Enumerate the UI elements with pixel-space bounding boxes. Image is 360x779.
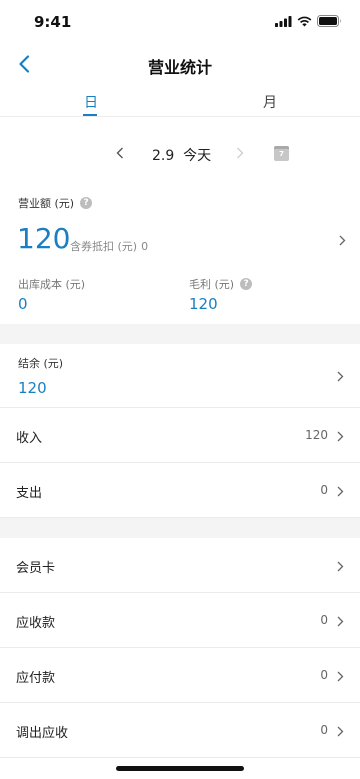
row-label: 应收款 bbox=[16, 616, 56, 631]
chevron-right-icon bbox=[334, 723, 346, 739]
status-icons bbox=[275, 15, 342, 27]
list-item-receivables[interactable]: 应收款 0 bbox=[0, 593, 360, 648]
list-item-expense[interactable]: 支出 0 bbox=[0, 463, 360, 518]
chevron-right-icon bbox=[339, 235, 345, 245]
profit-label: 毛利 (元) bbox=[189, 278, 235, 291]
chevron-right-icon bbox=[334, 483, 346, 499]
tab-day[interactable]: 日 bbox=[84, 92, 98, 112]
coupon-label: 含券抵扣 (元) bbox=[70, 240, 138, 253]
row-label: 会员卡 bbox=[16, 561, 56, 576]
calendar-day: 7 bbox=[279, 150, 284, 158]
revenue-label: 营业额 (元) bbox=[18, 197, 75, 210]
section-divider bbox=[0, 324, 360, 344]
date-value: 2.9 bbox=[152, 148, 175, 164]
chevron-right-icon bbox=[337, 371, 343, 381]
previous-date-button[interactable] bbox=[113, 144, 127, 162]
active-tab-indicator bbox=[83, 114, 97, 116]
revenue-detail-arrow[interactable] bbox=[336, 232, 348, 248]
chevron-right-icon bbox=[334, 668, 346, 684]
row-label: 支出 bbox=[16, 486, 43, 501]
chevron-right-icon bbox=[237, 147, 244, 159]
page-title: 营业统计 bbox=[147, 58, 212, 77]
chevron-right-icon bbox=[334, 558, 346, 574]
period-tabs: 日 月 bbox=[0, 84, 360, 117]
list-item-payables[interactable]: 应付款 0 bbox=[0, 648, 360, 703]
help-icon[interactable]: ? bbox=[240, 278, 253, 290]
chevron-left-icon bbox=[116, 147, 123, 159]
list-item-transfer-receivables[interactable]: 调出应收 0 bbox=[0, 703, 360, 758]
signal-icon bbox=[275, 15, 292, 27]
calendar-button[interactable]: 7 bbox=[274, 146, 289, 161]
row-value: 0 bbox=[320, 483, 328, 497]
revenue-label-group: 营业额 (元) ? bbox=[18, 195, 93, 211]
list-item-income[interactable]: 收入 120 bbox=[0, 408, 360, 463]
list-item-membership-card[interactable]: 会员卡 bbox=[0, 538, 360, 593]
coupon-deduction: 含券抵扣 (元) 0 bbox=[70, 238, 148, 254]
status-bar: 9:41 bbox=[0, 0, 360, 44]
row-value: 120 bbox=[305, 428, 328, 442]
revenue-summary[interactable]: 营业额 (元) ? 120 含券抵扣 (元) 0 出库成本 (元) 0 毛利 (元… bbox=[0, 186, 360, 320]
date-navigator: 2.9 今天 7 bbox=[0, 140, 360, 168]
coupon-value: 0 bbox=[141, 240, 149, 253]
balance-row[interactable]: 结余 (元) 120 bbox=[0, 344, 360, 408]
cost-label: 出库成本 (元) bbox=[18, 278, 86, 291]
row-label: 应付款 bbox=[16, 671, 56, 686]
nav-bar: 营业统计 bbox=[0, 44, 360, 84]
section-divider bbox=[0, 518, 360, 538]
balance-detail-arrow bbox=[334, 368, 346, 384]
next-date-button[interactable] bbox=[233, 144, 247, 162]
wifi-icon bbox=[297, 16, 312, 26]
profit-value: 120 bbox=[189, 295, 218, 313]
tab-month[interactable]: 月 bbox=[263, 92, 277, 112]
cost-value: 0 bbox=[18, 295, 28, 313]
revenue-value: 120 bbox=[17, 222, 71, 255]
profit-label-group: 毛利 (元) ? bbox=[189, 276, 253, 292]
balance-label: 结余 (元) bbox=[18, 357, 64, 370]
row-label: 调出应收 bbox=[16, 726, 69, 741]
today-label: 今天 bbox=[183, 148, 212, 164]
battery-icon bbox=[317, 15, 341, 27]
home-indicator[interactable] bbox=[116, 766, 244, 771]
balance-value: 120 bbox=[18, 379, 47, 397]
row-label: 收入 bbox=[16, 431, 43, 446]
current-date[interactable]: 2.9 今天 bbox=[152, 145, 211, 165]
status-time: 9:41 bbox=[34, 13, 72, 31]
help-icon[interactable]: ? bbox=[80, 197, 93, 209]
chevron-right-icon bbox=[334, 613, 346, 629]
row-value: 0 bbox=[320, 723, 328, 737]
chevron-right-icon bbox=[334, 428, 346, 444]
row-value: 0 bbox=[320, 613, 328, 627]
row-value: 0 bbox=[320, 668, 328, 682]
